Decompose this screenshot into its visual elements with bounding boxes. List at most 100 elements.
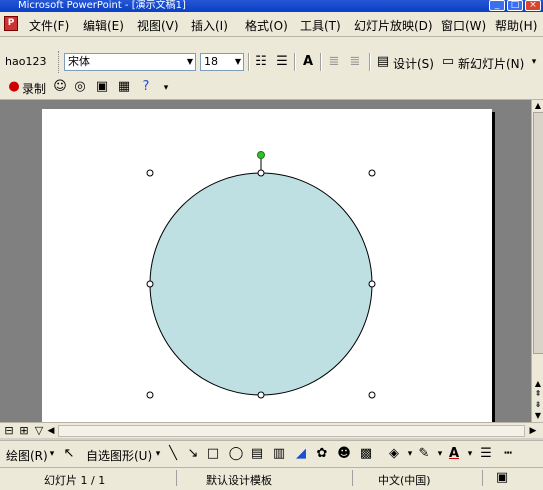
toolbar-options-icon[interactable]: ▾ — [158, 80, 174, 96]
record-icon[interactable]: ● — [6, 79, 22, 95]
circle-shape[interactable] — [149, 172, 373, 396]
status-bar: 幻灯片 1 / 1 默认设计模板 中文(中国) ▣ — [0, 467, 543, 490]
slideshow-view-icon[interactable]: ▽ — [32, 423, 46, 439]
maximize-button[interactable]: □ — [507, 0, 523, 11]
font-color-icon[interactable]: A — [446, 446, 462, 462]
vertical-scrollbar[interactable]: ▲ ▲ ⇞ ⇟ ▼ — [531, 100, 543, 422]
spelling-status-icon[interactable]: ▣ — [494, 470, 510, 486]
user-icon[interactable]: ☺ — [52, 79, 68, 95]
status-divider — [352, 470, 353, 486]
font-name-combo[interactable]: 宋体 ▼ — [64, 53, 196, 71]
design-button[interactable]: 设计(S) — [393, 55, 434, 72]
next-slide-icon[interactable]: ⇟ — [532, 399, 543, 410]
new-slide-icon[interactable]: ▭ — [440, 54, 456, 70]
resize-handle-top-right[interactable] — [368, 169, 376, 177]
scroll-right-icon[interactable]: ▶ — [527, 423, 539, 439]
clipart-icon[interactable]: ☻ — [336, 446, 352, 462]
slide-canvas[interactable] — [42, 109, 492, 425]
language: 中文(中国) — [378, 474, 431, 487]
increase-indent-icon[interactable]: ≣ — [347, 54, 363, 70]
numbered-list-icon[interactable]: ☷ — [253, 54, 269, 70]
horizontal-scroll-track[interactable] — [58, 425, 525, 437]
bullet-list-icon[interactable]: ☰ — [274, 54, 290, 70]
new-slide-button[interactable]: 新幻灯片(N) — [458, 55, 524, 72]
font-size-combo[interactable]: 18 ▼ — [200, 53, 244, 71]
normal-view-icon[interactable]: ⊟ — [2, 423, 16, 439]
chevron-down-icon[interactable]: ▾ — [44, 446, 60, 462]
design-icon[interactable]: ▤ — [375, 54, 391, 70]
scroll-thumb[interactable] — [533, 112, 543, 354]
menu-window[interactable]: 窗口(W) — [441, 17, 486, 34]
slide-shape-layer — [146, 151, 376, 399]
headset-icon[interactable]: ◎ — [72, 79, 88, 95]
powerpoint-app-icon[interactable]: P — [4, 16, 18, 31]
menu-bar: P 文件(F) 编辑(E) 视图(V) 插入(I) 格式(O) 工具(T) 幻灯… — [0, 12, 543, 37]
separator — [320, 53, 322, 71]
record-button[interactable]: 录制 — [22, 80, 46, 97]
menu-help[interactable]: 帮助(H) — [495, 17, 537, 34]
dash-style-icon[interactable]: ┅ — [500, 446, 516, 462]
chevron-down-icon[interactable]: ▾ — [462, 446, 478, 462]
resize-handle-left[interactable] — [146, 280, 154, 288]
chevron-down-icon[interactable]: ▾ — [150, 446, 166, 462]
picture-icon[interactable]: ▩ — [358, 446, 374, 462]
title-bar: Microsoft PowerPoint - [演示文稿1] _ □ × — [0, 0, 543, 12]
status-divider — [176, 470, 177, 486]
wordart-icon[interactable]: ◢ — [293, 446, 309, 462]
resize-handle-bottom-left[interactable] — [146, 391, 154, 399]
chevron-down-icon[interactable]: ▼ — [235, 54, 241, 70]
menu-edit[interactable]: 编辑(E) — [83, 17, 124, 34]
toolbar-options-icon[interactable]: ▾ — [526, 54, 542, 70]
vertical-textbox-icon[interactable]: ▥ — [271, 446, 287, 462]
fill-color-icon[interactable]: ◈ — [386, 446, 402, 462]
autoshapes-button[interactable]: 自选图形(U) — [86, 447, 152, 464]
menu-format[interactable]: 格式(O) — [245, 17, 288, 34]
slide-sorter-view-icon[interactable]: ⊞ — [17, 423, 31, 439]
resize-handle-top-left[interactable] — [146, 169, 154, 177]
oval-tool-icon[interactable]: ◯ — [228, 446, 244, 462]
help-icon[interactable]: ? — [138, 79, 154, 95]
resize-handle-bottom[interactable] — [257, 391, 265, 399]
scroll-left-icon[interactable]: ◀ — [46, 423, 56, 439]
scroll-up-icon[interactable]: ▲ — [532, 100, 543, 111]
decrease-indent-icon[interactable]: ≣ — [326, 54, 342, 70]
font-name-value: 宋体 — [68, 55, 90, 68]
textbox-tool-icon[interactable]: ▤ — [249, 446, 265, 462]
resize-handle-bottom-right[interactable] — [368, 391, 376, 399]
scroll-down-icon[interactable]: ▼ — [532, 410, 543, 421]
increase-font-icon[interactable]: A — [300, 54, 316, 70]
arrow-tool-icon[interactable]: ↘ — [185, 446, 201, 462]
horizontal-scrollbar[interactable]: ⊟ ⊞ ▽ ◀ ▶ — [0, 422, 543, 438]
design-template: 默认设计模板 — [206, 474, 272, 487]
window-title: Microsoft PowerPoint - [演示文稿1] — [18, 0, 186, 11]
line-style-icon[interactable]: ☰ — [478, 446, 494, 462]
broadcast-icon[interactable]: ▦ — [116, 79, 132, 95]
line-color-icon[interactable]: ✎ — [416, 446, 432, 462]
hao123-label[interactable]: hao123 — [5, 55, 46, 68]
menu-tools[interactable]: 工具(T) — [300, 17, 341, 34]
menu-file[interactable]: 文件(F) — [29, 17, 69, 34]
status-divider — [482, 470, 483, 486]
drawing-toolbar: 绘图(R) ▾ ↖ 自选图形(U) ▾ ╲ ↘ □ ◯ ▤ ▥ ◢ ✿ ☻ ▩ … — [0, 440, 543, 467]
record-toolbar: ● 录制 ☺ ◎ ▣ ▦ ? ▾ — [0, 75, 543, 100]
font-size-value: 18 — [204, 55, 218, 68]
resize-handle-top[interactable] — [257, 169, 265, 177]
menu-view[interactable]: 视图(V) — [137, 17, 179, 34]
toolbar-grip[interactable] — [58, 51, 62, 73]
previous-slide-icon[interactable]: ⇞ — [532, 388, 543, 399]
line-tool-icon[interactable]: ╲ — [165, 446, 181, 462]
draw-menu-button[interactable]: 绘图(R) — [6, 447, 48, 464]
slide-workspace — [0, 100, 531, 425]
rotate-handle[interactable] — [257, 151, 265, 159]
rectangle-tool-icon[interactable]: □ — [205, 446, 221, 462]
separator — [294, 53, 296, 71]
presentation-icon[interactable]: ▣ — [94, 79, 110, 95]
close-button[interactable]: × — [525, 0, 541, 11]
chevron-down-icon[interactable]: ▼ — [187, 54, 193, 70]
resize-handle-right[interactable] — [368, 280, 376, 288]
menu-insert[interactable]: 插入(I) — [191, 17, 228, 34]
select-pointer-icon[interactable]: ↖ — [61, 446, 77, 462]
menu-slideshow[interactable]: 幻灯片放映(D) — [354, 17, 433, 34]
diagram-icon[interactable]: ✿ — [314, 446, 330, 462]
minimize-button[interactable]: _ — [489, 0, 505, 11]
